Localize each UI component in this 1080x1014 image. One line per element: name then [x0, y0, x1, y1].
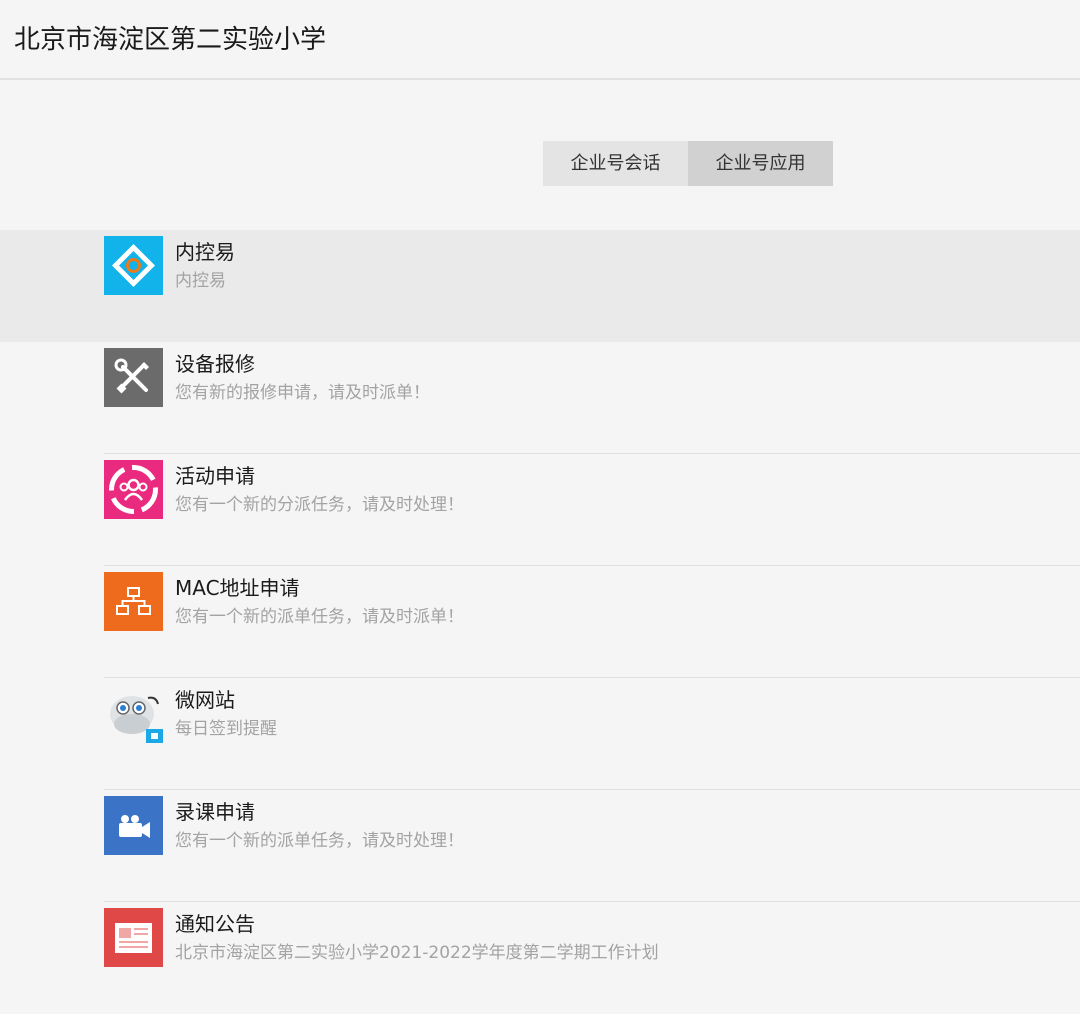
list-item-record-lesson[interactable]: 录课申请 您有一个新的派单任务，请及时处理！ — [0, 790, 1080, 902]
diamond-logo-icon — [104, 236, 163, 295]
list-item-activity-request[interactable]: 活动申请 您有一个新的分派任务，请及时处理！ — [0, 454, 1080, 566]
list-item-mac-address[interactable]: MAC地址申请 您有一个新的派单任务，请及时派单！ — [0, 566, 1080, 678]
video-camera-icon — [104, 796, 163, 855]
app-description: 内控易 — [175, 271, 226, 291]
app-name: 通知公告 — [175, 912, 255, 936]
network-tree-icon — [104, 572, 163, 631]
app-header: 北京市海淀区第二实验小学 — [0, 0, 1080, 80]
app-name: 录课申请 — [175, 800, 255, 824]
group-people-icon — [104, 460, 163, 519]
newspaper-icon — [104, 908, 163, 967]
app-description: 每日签到提醒 — [175, 719, 277, 739]
list-item-micro-site[interactable]: 微网站 每日签到提醒 — [0, 678, 1080, 790]
tab-enterprise-chat[interactable]: 企业号会话 — [543, 141, 688, 186]
app-name: 活动申请 — [175, 464, 255, 488]
app-name: 微网站 — [175, 688, 235, 712]
page-title: 北京市海淀区第二实验小学 — [14, 25, 327, 55]
robot-avatar-icon — [104, 684, 163, 743]
app-description: 您有一个新的分派任务，请及时处理！ — [175, 495, 464, 515]
app-name: 设备报修 — [175, 352, 255, 376]
app-name: MAC地址申请 — [175, 576, 300, 600]
app-description: 您有一个新的派单任务，请及时处理！ — [175, 831, 464, 851]
wrench-screwdriver-icon — [104, 348, 163, 407]
list-item-notice[interactable]: 通知公告 北京市海淀区第二实验小学2021-2022学年度第二学期工作计划 — [0, 902, 1080, 1014]
app-description: 北京市海淀区第二实验小学2021-2022学年度第二学期工作计划 — [175, 943, 659, 963]
tab-enterprise-apps[interactable]: 企业号应用 — [688, 141, 833, 186]
app-name: 内控易 — [175, 240, 235, 264]
app-description: 您有新的报修申请，请及时派单！ — [175, 383, 430, 403]
list-item-device-repair[interactable]: 设备报修 您有新的报修申请，请及时派单！ — [0, 342, 1080, 454]
app-description: 您有一个新的派单任务，请及时派单！ — [175, 607, 464, 627]
list-item-neikongyi[interactable]: 内控易 内控易 — [0, 230, 1080, 342]
tab-bar: 企业号会话 企业号应用 — [543, 141, 833, 186]
app-list: 内控易 内控易 设备报修 您有新的报修申请，请及时派单！ 活动申请 您有一个新的… — [0, 230, 1080, 1014]
